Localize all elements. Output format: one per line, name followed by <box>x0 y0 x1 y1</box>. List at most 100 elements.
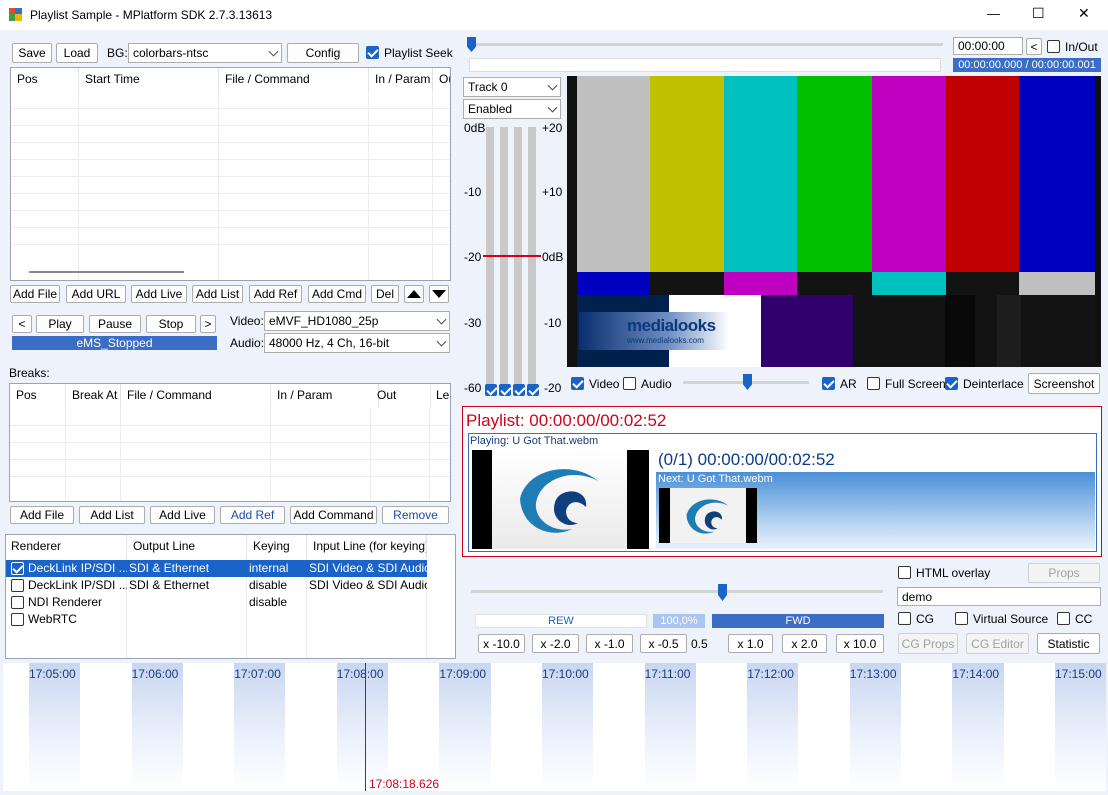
col-out[interactable]: Out <box>371 384 431 408</box>
breaks-add-live-button[interactable]: Add Live <box>150 506 215 524</box>
col-start-time[interactable]: Start Time <box>79 68 219 92</box>
statistic-button[interactable]: Statistic <box>1037 633 1100 654</box>
renderer-enable-checkbox[interactable] <box>11 579 24 592</box>
col-keying[interactable]: Keying <box>247 535 307 559</box>
col-length[interactable]: Le <box>430 384 450 408</box>
col-in-param[interactable]: In / Param <box>369 68 433 92</box>
del-button[interactable]: Del <box>371 285 399 303</box>
renderer-enable-checkbox[interactable] <box>11 562 24 575</box>
col-pos[interactable]: Pos <box>10 384 66 408</box>
virtual-source-checkbox[interactable] <box>955 612 968 625</box>
channel-3-checkbox[interactable] <box>513 384 525 396</box>
audio-format-select[interactable]: 48000 Hz, 4 Ch, 16-bit <box>264 333 450 353</box>
volume-thumb[interactable] <box>743 374 752 390</box>
next-button[interactable]: > <box>200 315 216 333</box>
rate-minus-2-button[interactable]: x -2.0 <box>532 634 579 653</box>
cg-editor-button[interactable]: CG Editor <box>966 633 1029 654</box>
bg-select[interactable]: colorbars-ntsc <box>128 43 282 63</box>
col-pos[interactable]: Pos <box>11 68 79 92</box>
minimize-icon[interactable]: — <box>987 6 1000 21</box>
in-out-checkbox[interactable] <box>1047 40 1060 53</box>
prev-button[interactable]: < <box>12 315 32 333</box>
zero-db-line <box>483 255 541 257</box>
channel-4-checkbox[interactable] <box>527 384 539 396</box>
channel-1-checkbox[interactable] <box>485 384 497 396</box>
renderer-row[interactable]: DeckLink IP/SDI ... SDI & Ethernet interna… <box>6 560 427 577</box>
track-select[interactable]: Track 0 <box>463 77 561 97</box>
add-url-button[interactable]: Add URL <box>66 285 126 303</box>
volume-slider[interactable] <box>683 374 811 394</box>
playlist-hscrollbar[interactable] <box>29 271 184 273</box>
ar-checkbox[interactable] <box>822 377 835 390</box>
config-button[interactable]: Config <box>287 43 359 63</box>
rate-minus-1-button[interactable]: x -1.0 <box>586 634 633 653</box>
col-out[interactable]: Ou <box>433 68 450 92</box>
add-cmd-button[interactable]: Add Cmd <box>308 285 366 303</box>
cg-checkbox[interactable] <box>898 612 911 625</box>
next-thumbnail <box>659 488 757 543</box>
breaks-remove-button[interactable]: Remove <box>382 506 449 524</box>
timeline[interactable]: 17:05:00 17:06:00 17:07:00 17:08:00 17:09:00… <box>3 663 1107 791</box>
renderer-row[interactable]: NDI Renderer disable <box>6 594 427 611</box>
video-preview[interactable]: medialooks www.medialooks.com <box>567 76 1101 367</box>
video-format-select[interactable]: eMVF_HD1080_25p <box>264 311 450 331</box>
playlist-seek-checkbox[interactable] <box>366 46 379 59</box>
rate-2-button[interactable]: x 2.0 <box>782 634 827 653</box>
add-list-button[interactable]: Add List <box>192 285 243 303</box>
timeline-band <box>131 663 183 791</box>
audio-checkbox[interactable] <box>623 377 636 390</box>
renderer-row[interactable]: WebRTC <box>6 611 427 628</box>
seek-slider[interactable] <box>467 37 945 57</box>
breaks-add-command-button[interactable]: Add Command <box>290 506 377 524</box>
video-checkbox[interactable] <box>571 377 584 390</box>
demo-input[interactable]: demo <box>897 587 1101 606</box>
screenshot-button[interactable]: Screenshot <box>1028 373 1100 394</box>
full-screen-checkbox[interactable] <box>867 377 880 390</box>
breaks-add-file-button[interactable]: Add File <box>10 506 74 524</box>
renderer-row[interactable]: DeckLink IP/SDI ... SDI & Ethernet disable… <box>6 577 427 594</box>
rate-slider[interactable] <box>471 584 885 604</box>
add-ref-button[interactable]: Add Ref <box>249 285 302 303</box>
col-file-command[interactable]: File / Command <box>219 68 369 92</box>
close-icon[interactable]: ✕ <box>1078 5 1090 22</box>
audio-state-select[interactable]: Enabled <box>463 99 561 119</box>
renderers-grid[interactable]: Renderer Output Line Keying Input Line (… <box>5 534 456 659</box>
rate-10-button[interactable]: x 10.0 <box>836 634 884 653</box>
deinterlace-checkbox[interactable] <box>945 377 958 390</box>
channel-2-checkbox[interactable] <box>499 384 511 396</box>
save-button[interactable]: Save <box>12 43 52 63</box>
rate-minus-10-button[interactable]: x -10.0 <box>478 634 525 653</box>
col-break-at[interactable]: Break At <box>66 384 121 408</box>
col-input-line[interactable]: Input Line (for keying) <box>307 535 427 559</box>
col-output-line[interactable]: Output Line <box>127 535 247 559</box>
col-in-param[interactable]: In / Param <box>271 384 379 408</box>
seek-time-input[interactable]: 00:00:00 <box>953 37 1023 55</box>
seek-thumb[interactable] <box>467 37 476 52</box>
props-button[interactable]: Props <box>1028 563 1100 583</box>
timeline-cursor[interactable] <box>365 663 366 791</box>
breaks-add-ref-button[interactable]: Add Ref <box>220 506 285 524</box>
col-file-command[interactable]: File / Command <box>121 384 271 408</box>
stop-button[interactable]: Stop <box>146 315 196 333</box>
breaks-add-list-button[interactable]: Add List <box>79 506 145 524</box>
add-file-button[interactable]: Add File <box>10 285 60 303</box>
col-renderer[interactable]: Renderer <box>6 535 127 559</box>
rate-1-button[interactable]: x 1.0 <box>728 634 773 653</box>
breaks-grid[interactable]: Pos Break At File / Command In / Param O… <box>9 383 451 502</box>
seek-prev-button[interactable]: < <box>1026 38 1042 55</box>
rate-thumb[interactable] <box>718 584 727 601</box>
maximize-icon[interactable]: ☐ <box>1032 5 1045 22</box>
cc-checkbox[interactable] <box>1057 612 1070 625</box>
add-live-button[interactable]: Add Live <box>131 285 187 303</box>
playlist-grid[interactable]: Pos Start Time File / Command In / Param… <box>10 67 451 281</box>
renderer-enable-checkbox[interactable] <box>11 613 24 626</box>
rate-minus-05-button[interactable]: x -0.5 <box>640 634 687 653</box>
play-button[interactable]: Play <box>36 315 84 333</box>
cg-props-button[interactable]: CG Props <box>898 633 958 654</box>
renderer-enable-checkbox[interactable] <box>11 596 24 609</box>
load-button[interactable]: Load <box>56 43 98 63</box>
html-overlay-checkbox[interactable] <box>898 566 911 579</box>
pause-button[interactable]: Pause <box>89 315 141 333</box>
move-down-button[interactable] <box>429 285 449 303</box>
move-up-button[interactable] <box>404 285 424 303</box>
